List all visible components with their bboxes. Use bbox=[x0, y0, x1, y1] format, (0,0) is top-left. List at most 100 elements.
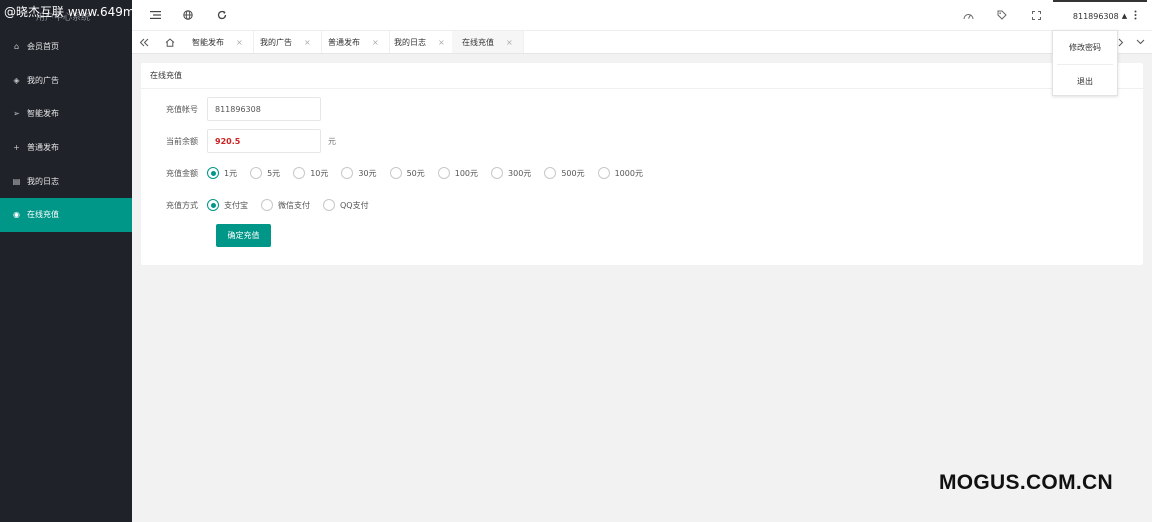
amount-option-5[interactable]: 100元 bbox=[437, 167, 479, 179]
sidebar-item-label: 在线充值 bbox=[27, 210, 59, 220]
home-icon: ⌂ bbox=[13, 42, 20, 52]
tab-3[interactable]: 我的日志 × bbox=[384, 31, 456, 53]
account-row: 充值帐号 811896308 bbox=[141, 97, 1143, 121]
account-input[interactable]: 811896308 bbox=[207, 97, 321, 121]
tab-label: 我的日志 bbox=[394, 37, 426, 47]
sidebar-item-label: 我的日志 bbox=[27, 176, 59, 186]
tabs-scroll-left-icon[interactable] bbox=[132, 31, 156, 53]
tab-label: 智能发布 bbox=[192, 37, 224, 47]
sidebar-item-5[interactable]: ◉ 在线充值 bbox=[0, 197, 132, 232]
tab-1[interactable]: 我的广告 × bbox=[250, 31, 322, 53]
close-tab-icon[interactable]: × bbox=[304, 38, 311, 47]
amount-option-2[interactable]: 10元 bbox=[293, 167, 328, 179]
radio-label: 5元 bbox=[267, 168, 281, 178]
radio-label: 300元 bbox=[508, 168, 532, 178]
radio-circle[interactable] bbox=[323, 199, 335, 211]
plus-icon: + bbox=[13, 143, 20, 153]
tab-label: 普通发布 bbox=[328, 37, 360, 47]
radio-circle[interactable] bbox=[544, 167, 557, 179]
diamond-icon: ◈ bbox=[13, 75, 20, 85]
amount-option-7[interactable]: 500元 bbox=[544, 167, 585, 179]
logout-menu-item[interactable]: 退出 bbox=[1053, 65, 1117, 98]
radio-circle[interactable] bbox=[341, 167, 354, 179]
amount-option-8[interactable]: 1000元 bbox=[597, 167, 643, 179]
method-option-0[interactable]: 支付宝 bbox=[207, 199, 248, 211]
radio-label: 支付宝 bbox=[224, 200, 248, 210]
close-tab-icon[interactable]: × bbox=[236, 38, 243, 47]
radio-circle[interactable] bbox=[207, 167, 219, 179]
tab-4[interactable]: 在线充值 × bbox=[452, 31, 524, 53]
radio-label: 500元 bbox=[561, 168, 585, 178]
radio-circle[interactable] bbox=[437, 167, 450, 179]
amount-option-0[interactable]: 1元 bbox=[207, 167, 237, 179]
tag-icon[interactable] bbox=[996, 9, 1008, 21]
confirm-recharge-button[interactable]: 确定充值 bbox=[216, 224, 271, 247]
radio-circle[interactable] bbox=[293, 167, 306, 179]
tab-0[interactable]: 智能发布 × bbox=[182, 31, 254, 53]
tab-bar: 智能发布 × 我的广告 × 普通发布 × 我的日志 × 在线充值 × bbox=[132, 30, 1152, 54]
close-tab-icon[interactable]: × bbox=[438, 38, 445, 47]
change-password-menu-item[interactable]: 修改密码 bbox=[1053, 31, 1117, 64]
sidebar-item-1[interactable]: ◈ 我的广告 bbox=[0, 64, 132, 98]
sidebar-item-2[interactable]: ➢ 智能发布 bbox=[0, 97, 132, 131]
globe-icon[interactable] bbox=[182, 9, 194, 21]
balance-input: 920.5 bbox=[207, 129, 321, 153]
amount-option-4[interactable]: 50元 bbox=[389, 167, 425, 179]
user-dropdown: 修改密码 退出 bbox=[1052, 30, 1118, 96]
tab-label: 我的广告 bbox=[260, 37, 292, 47]
radio-label: 1元 bbox=[224, 168, 238, 178]
dashboard-icon[interactable] bbox=[962, 9, 974, 21]
send-icon: ➢ bbox=[13, 109, 20, 119]
sidebar: 用户中心系统 @晓杰互联 www.649m ⌂ 会员首页 ◈ 我的广告 ➢ 智能发布 + 普通… bbox=[0, 0, 135, 522]
sidebar-nav: ⌂ 会员首页 ◈ 我的广告 ➢ 智能发布 + 普通发布 ▤ 我的日志 ◉ 在线充值 bbox=[0, 30, 132, 232]
radio-circle[interactable] bbox=[250, 167, 263, 179]
sidebar-item-4[interactable]: ▤ 我的日志 bbox=[0, 164, 132, 198]
refresh-icon[interactable] bbox=[216, 9, 228, 21]
fullscreen-icon[interactable] bbox=[1030, 9, 1042, 21]
username: 811896308 bbox=[1072, 11, 1119, 21]
watermark-top: @晓杰互联 www.649m bbox=[4, 5, 135, 19]
amount-label: 充值金额 bbox=[166, 168, 198, 178]
sidebar-item-label: 智能发布 bbox=[27, 109, 59, 119]
sidebar-item-0[interactable]: ⌂ 会员首页 bbox=[0, 30, 132, 64]
amount-option-1[interactable]: 5元 bbox=[250, 167, 280, 179]
amount-option-3[interactable]: 30元 bbox=[341, 167, 377, 179]
method-option-1[interactable]: 微信支付 bbox=[261, 199, 310, 211]
radio-circle[interactable] bbox=[597, 167, 610, 179]
tab-label: 在线充值 bbox=[462, 37, 494, 47]
sidebar-item-label: 我的广告 bbox=[27, 75, 59, 85]
menu-toggle-icon[interactable] bbox=[149, 9, 161, 21]
amount-row: 充值金额 1元 5元 10元 30元 50元 100元 300元 500元 1000元 bbox=[141, 161, 1143, 185]
tab-2[interactable]: 普通发布 × bbox=[318, 31, 390, 53]
balance-row: 当前余额 920.5 元 bbox=[141, 129, 1143, 153]
radio-circle[interactable] bbox=[491, 167, 504, 179]
radio-label: 微信支付 bbox=[278, 200, 310, 210]
method-row: 充值方式 支付宝 微信支付 QQ支付 bbox=[141, 193, 1143, 217]
caret-up-icon: ▲ bbox=[1121, 12, 1128, 20]
account-label: 充值帐号 bbox=[166, 104, 198, 114]
log-icon: ▤ bbox=[12, 176, 21, 186]
method-option-2[interactable]: QQ支付 bbox=[323, 199, 369, 211]
radio-circle[interactable] bbox=[261, 199, 273, 211]
more-icon[interactable] bbox=[1129, 9, 1141, 21]
radio-label: 30元 bbox=[358, 168, 377, 178]
radio-label: 100元 bbox=[454, 168, 479, 178]
radio-circle[interactable] bbox=[389, 167, 402, 179]
radio-circle[interactable] bbox=[207, 199, 219, 211]
close-tab-icon[interactable]: × bbox=[506, 38, 513, 47]
logo: 用户中心系统 @晓杰互联 www.649m bbox=[0, 0, 135, 30]
method-radio-group: 支付宝 微信支付 QQ支付 bbox=[207, 199, 382, 211]
header: 811896308 ▲ bbox=[132, 0, 1152, 30]
radio-label: QQ支付 bbox=[340, 200, 369, 210]
amount-option-6[interactable]: 300元 bbox=[491, 167, 531, 179]
amount-radio-group: 1元 5元 10元 30元 50元 100元 300元 500元 1000元 bbox=[207, 167, 656, 179]
recharge-icon: ◉ bbox=[13, 210, 20, 220]
close-tab-icon[interactable]: × bbox=[372, 38, 379, 47]
tabs-menu-chevron-down-icon[interactable] bbox=[1128, 31, 1152, 53]
sidebar-item-3[interactable]: + 普通发布 bbox=[0, 131, 132, 165]
sidebar-item-label: 普通发布 bbox=[27, 143, 59, 153]
home-tab-icon[interactable] bbox=[158, 31, 182, 53]
card-title: 在线充值 bbox=[141, 63, 1143, 89]
radio-label: 1000元 bbox=[614, 168, 643, 178]
balance-label: 当前余额 bbox=[166, 136, 198, 146]
